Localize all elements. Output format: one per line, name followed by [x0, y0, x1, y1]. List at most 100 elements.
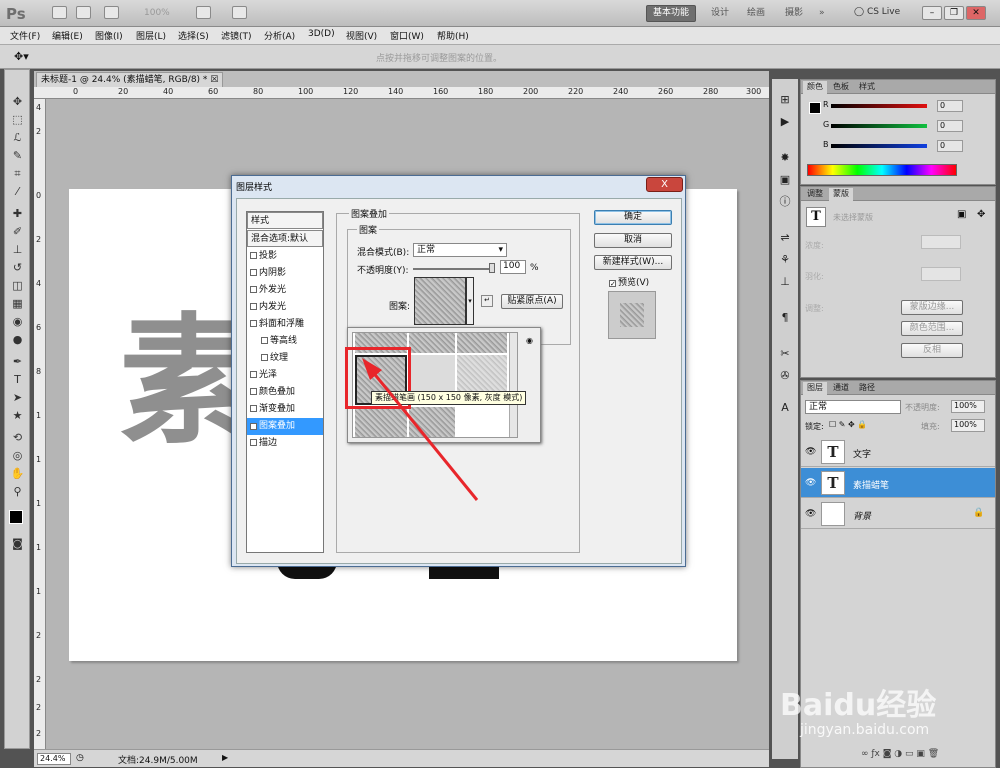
- preview-checkbox[interactable]: ✓ 预览(V): [609, 275, 649, 288]
- quick-select-tool-icon[interactable]: ✎: [10, 148, 25, 163]
- workspace-photography[interactable]: 摄影: [778, 5, 810, 22]
- arrange-documents-icon[interactable]: [196, 6, 211, 19]
- pen-tool-icon[interactable]: ✒: [10, 354, 25, 369]
- new-preset-icon[interactable]: ↵: [481, 295, 493, 307]
- style-item-contour[interactable]: 等高线: [247, 333, 323, 350]
- blur-tool-icon[interactable]: ◉: [10, 314, 25, 329]
- invert-button[interactable]: 反相: [901, 343, 963, 358]
- menu-analysis[interactable]: 分析(A): [264, 29, 295, 42]
- move-tool-preset-icon[interactable]: ✥▾: [14, 50, 29, 63]
- workspace-design[interactable]: 设计: [704, 5, 736, 22]
- crop-tool-icon[interactable]: ⌗: [10, 166, 25, 181]
- menu-view[interactable]: 视图(V): [346, 29, 377, 42]
- opacity-slider-thumb[interactable]: [489, 263, 495, 273]
- document-tab[interactable]: 未标题-1 @ 24.4% (素描蜡笔, RGB/8) * ☒: [36, 72, 224, 87]
- density-field[interactable]: [921, 235, 961, 249]
- tab-styles[interactable]: 样式: [855, 81, 879, 94]
- eraser-tool-icon[interactable]: ◫: [10, 278, 25, 293]
- tab-channels[interactable]: 通道: [829, 382, 853, 395]
- dialog-close-button[interactable]: X: [646, 177, 683, 192]
- pattern-picker[interactable]: [414, 277, 466, 325]
- checkbox[interactable]: [250, 371, 257, 378]
- menu-select[interactable]: 选择(S): [178, 29, 209, 42]
- opacity-slider[interactable]: [413, 268, 495, 270]
- info-panel-icon[interactable]: ⓘ: [778, 195, 792, 209]
- gradient-tool-icon[interactable]: ▦: [10, 296, 25, 311]
- popup-menu-icon[interactable]: ◉: [526, 336, 533, 345]
- tab-adjustments[interactable]: 调整: [803, 188, 827, 201]
- history-brush-icon[interactable]: ↺: [10, 260, 25, 275]
- style-item-bevel[interactable]: 斜面和浮雕: [247, 316, 323, 333]
- pixel-mask-icon[interactable]: ▣: [957, 209, 966, 220]
- ok-button[interactable]: 确定: [594, 210, 672, 225]
- green-bar[interactable]: [831, 124, 927, 128]
- marquee-tool-icon[interactable]: ⬚: [10, 112, 25, 127]
- snap-origin-button[interactable]: 贴紧原点(A): [501, 294, 563, 309]
- clone-source-icon[interactable]: ▣: [778, 173, 792, 187]
- style-item-drop-shadow[interactable]: 投影: [247, 248, 323, 265]
- tool-presets-icon[interactable]: ✂: [778, 347, 792, 361]
- tab-color[interactable]: 颜色: [803, 81, 827, 94]
- eyedropper-tool-icon[interactable]: ⁄: [10, 184, 25, 199]
- menu-layer[interactable]: 图层(L): [136, 29, 166, 42]
- pattern-picker-arrow-icon[interactable]: ▾: [466, 277, 474, 325]
- red-value[interactable]: 0: [937, 100, 963, 112]
- blue-slider[interactable]: B 0: [811, 140, 991, 154]
- type-tool-icon[interactable]: T: [10, 372, 25, 387]
- workspace-painting[interactable]: 绘画: [740, 5, 772, 22]
- quick-mask-icon[interactable]: ◙: [10, 536, 25, 551]
- shape-tool-icon[interactable]: ★: [10, 408, 25, 423]
- menu-help[interactable]: 帮助(H): [437, 29, 469, 42]
- checkbox[interactable]: [250, 320, 257, 327]
- red-bar[interactable]: [831, 104, 927, 108]
- checkbox[interactable]: [261, 354, 268, 361]
- view-extras-icon[interactable]: [104, 6, 119, 19]
- tab-paths[interactable]: 路径: [855, 382, 879, 395]
- style-item-inner-glow[interactable]: 内发光: [247, 299, 323, 316]
- tab-layers[interactable]: 图层: [803, 382, 827, 395]
- new-style-button[interactable]: 新建样式(W)...: [594, 255, 672, 270]
- menu-filter[interactable]: 滤镜(T): [221, 29, 252, 42]
- checkbox[interactable]: [250, 252, 257, 259]
- tab-masks[interactable]: 蒙版: [829, 188, 853, 201]
- checkbox[interactable]: [250, 303, 257, 310]
- menu-3d[interactable]: 3D(D): [308, 29, 335, 39]
- layer-blend-select[interactable]: 正常: [805, 400, 901, 414]
- foreground-color-swatch[interactable]: [9, 510, 23, 524]
- layer-row[interactable]: 👁 背景 🔒: [801, 499, 995, 529]
- history-panel-icon[interactable]: ⊞: [778, 93, 792, 107]
- pilcrow-icon[interactable]: ¶: [778, 311, 792, 325]
- checkbox[interactable]: [250, 439, 257, 446]
- fill-field[interactable]: 100%: [951, 419, 985, 432]
- pattern-scrollbar[interactable]: [509, 333, 517, 437]
- style-item-color-overlay[interactable]: 颜色叠加: [247, 384, 323, 401]
- style-item-satin[interactable]: 光泽: [247, 367, 323, 384]
- status-zoom-field[interactable]: 24.4%: [37, 753, 71, 765]
- hand-tool-icon[interactable]: ✋: [10, 466, 25, 481]
- layer-opacity-field[interactable]: 100%: [951, 400, 985, 413]
- color-spectrum-bar[interactable]: [807, 164, 957, 176]
- workspace-essentials[interactable]: 基本功能: [646, 5, 697, 22]
- 3d-rotate-icon[interactable]: ⟲: [10, 430, 25, 445]
- color-range-button[interactable]: 颜色范围...: [901, 321, 963, 336]
- actions-panel-icon[interactable]: ▶: [778, 115, 792, 129]
- style-item-pattern-overlay[interactable]: ✓ 图案叠加: [247, 418, 323, 435]
- green-slider[interactable]: G 0: [811, 120, 991, 134]
- restore-button[interactable]: ❐: [944, 6, 964, 20]
- character-panel-icon[interactable]: ⇌: [778, 231, 792, 245]
- vector-mask-icon[interactable]: ✥: [977, 209, 985, 220]
- lock-icons[interactable]: ☐ ✎ ✥ 🔒: [829, 420, 867, 429]
- zoom-tool-icon[interactable]: ⚲: [10, 484, 25, 499]
- eye-icon[interactable]: 👁: [805, 478, 816, 488]
- eye-icon[interactable]: 👁: [805, 509, 816, 519]
- screen-mode-icon[interactable]: [232, 6, 247, 19]
- healing-brush-icon[interactable]: ✚: [10, 206, 25, 221]
- brush-tool-icon[interactable]: ✐: [10, 224, 25, 239]
- menu-window[interactable]: 窗口(W): [390, 29, 424, 42]
- bridge-icon[interactable]: [52, 6, 67, 19]
- 3d-orbit-icon[interactable]: ◎: [10, 448, 25, 463]
- notes-panel-icon[interactable]: ✇: [778, 369, 792, 383]
- tab-swatches[interactable]: 色板: [829, 81, 853, 94]
- lasso-tool-icon[interactable]: ℒ: [10, 130, 25, 145]
- status-options-icon[interactable]: ◷: [76, 753, 84, 763]
